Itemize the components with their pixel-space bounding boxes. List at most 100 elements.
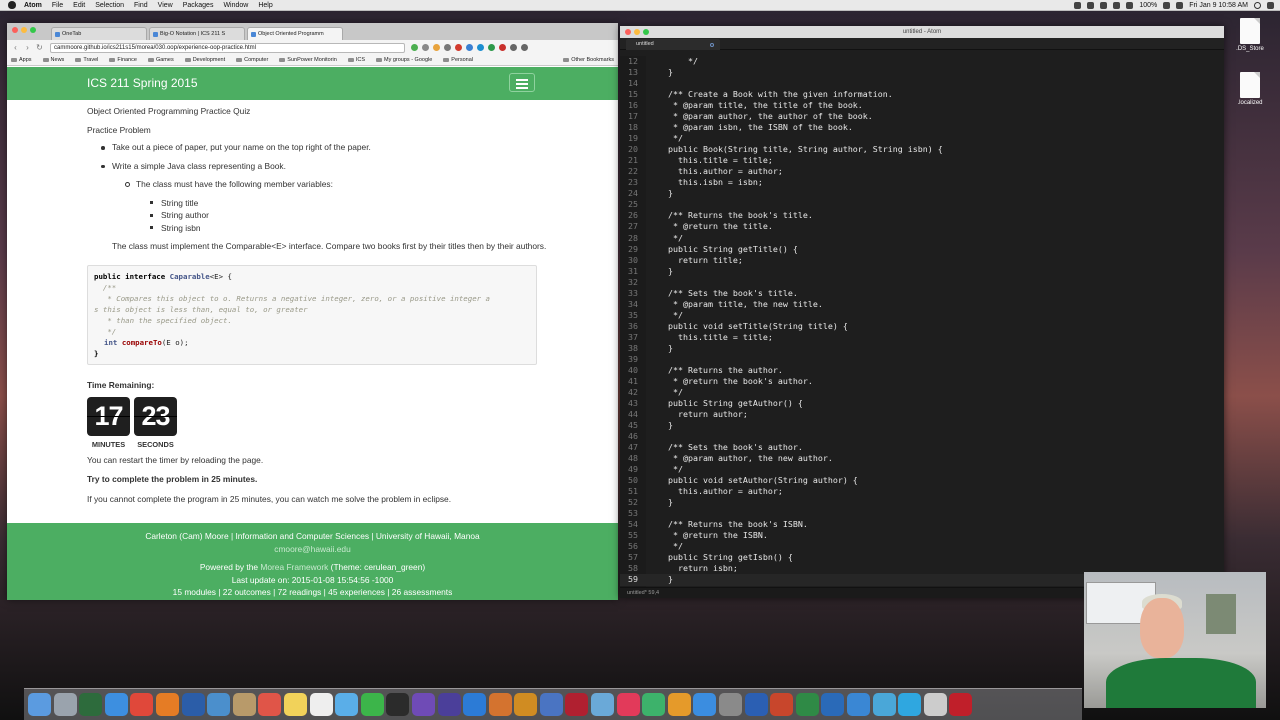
reload-button[interactable]: ↻ [35,43,44,52]
github-icon[interactable] [514,693,538,716]
finder-icon[interactable] [28,693,51,716]
code-line[interactable]: 22 this.author = author; [620,166,1224,177]
code-editor[interactable]: 12 */13 } 14 15 /** Create a Book with the… [620,56,1224,596]
code-line[interactable]: 19 */ [620,133,1224,144]
lync-icon[interactable] [847,693,870,716]
code-line[interactable]: 31 } [620,266,1224,277]
code-line[interactable]: 16 * @param title, the title of the book… [620,100,1224,111]
menu-edit[interactable]: Edit [73,2,85,9]
launchpad-icon[interactable] [53,693,77,716]
sleep-icon[interactable] [258,693,282,716]
menu-selection[interactable]: Selection [95,2,124,9]
volume-icon[interactable] [1126,2,1134,9]
menu-file[interactable]: File [52,2,63,9]
battery-percent[interactable]: 100% [1139,2,1157,9]
s-extension-icon[interactable] [477,44,484,51]
tab-onetab[interactable]: OneTab [51,27,147,40]
dbvis-icon[interactable] [488,693,512,716]
dashboard-icon[interactable] [181,693,205,716]
code-line[interactable]: 57 public String getIsbn() { [620,552,1224,563]
code-line[interactable]: 53 [620,508,1224,519]
excel-icon[interactable] [795,693,819,716]
zoom-window-icon[interactable] [30,27,36,33]
menu-find[interactable]: Find [134,2,148,9]
code-line[interactable]: 44 return author; [620,409,1224,420]
apple-icon[interactable] [8,1,16,9]
code-line[interactable]: 45 } [620,420,1224,431]
mcafee-icon[interactable] [949,693,973,716]
menu-window[interactable]: Window [223,2,248,9]
footer-email-link[interactable]: cmoore@hawaii.edu [7,543,618,556]
code-line[interactable]: 17 * @param author, the author of the bo… [620,111,1224,122]
code-line[interactable]: 55 * @return the ISBN. [620,530,1224,541]
code-line[interactable]: 43 public String getAuthor() { [620,398,1224,409]
forward-button[interactable]: › [23,43,32,52]
desktop-file-ds-store[interactable]: .DS_Store [1230,18,1270,52]
morea-link[interactable]: Morea Framework [260,562,328,572]
code-line[interactable]: 38 } [620,343,1224,354]
info-icon[interactable] [510,44,517,51]
code-line[interactable]: 32 [620,277,1224,288]
chrome-menu-icon[interactable] [521,44,528,51]
photos-icon[interactable] [591,693,615,716]
bookmark-apps[interactable]: Apps [11,57,32,63]
zoom-window-icon[interactable] [643,29,649,35]
opera-extension-icon[interactable] [455,44,462,51]
code-line[interactable]: 18 * @param isbn, the ISBN of the book. [620,122,1224,133]
bookmark-news[interactable]: News [42,57,64,63]
menu-app-name[interactable]: Atom [24,2,42,9]
bookmark-computer[interactable]: Computer [236,57,268,63]
powerpoint-icon[interactable] [770,693,794,716]
notification-center-icon[interactable] [1267,2,1274,9]
code-line[interactable]: 29 public String getTitle() { [620,244,1224,255]
code-line[interactable]: 21 this.title = title; [620,155,1224,166]
system-preferences-icon[interactable] [719,693,743,716]
notes-icon[interactable] [283,693,307,716]
bookmark-my-groups[interactable]: My groups - Google [375,57,432,63]
usb-icon[interactable] [923,693,947,716]
wifi-icon[interactable] [1113,2,1121,9]
code-line[interactable]: 56 */ [620,541,1224,552]
close-window-icon[interactable] [625,29,631,35]
code-line[interactable]: 41 * @return the book's author. [620,376,1224,387]
bookmark-star-icon[interactable] [411,44,418,51]
code-line[interactable]: 28 */ [620,233,1224,244]
extension-icon[interactable] [444,44,451,51]
bookmark-other[interactable]: Other Bookmarks [563,57,614,63]
code-line[interactable]: 14 [620,78,1224,89]
address-bar[interactable]: cammoore.github.io/ics211s15/morea/030.o… [50,42,405,53]
lastpass-extension-icon[interactable] [499,44,506,51]
app-store-icon[interactable] [693,693,717,716]
code-line[interactable]: 15 /** Create a Book with the given info… [620,89,1224,100]
screenflow-icon[interactable] [642,693,666,716]
code-line[interactable]: 49 */ [620,464,1224,475]
menu-view[interactable]: View [158,2,173,9]
site-brand[interactable]: ICS 211 Spring 2015 [87,76,198,90]
minimize-window-icon[interactable] [634,29,640,35]
bookmark-games[interactable]: Games [147,57,174,63]
menu-toggle-button[interactable] [509,73,535,92]
code-line[interactable]: 23 this.isbn = isbn; [620,177,1224,188]
tab-big-o-notation[interactable]: Big-O Notation | ICS 211 S [149,27,245,40]
itunes-icon[interactable] [616,693,640,716]
code-line[interactable]: 47 /** Sets the book's author. [620,442,1224,453]
code-line[interactable]: 34 * @param title, the new title. [620,299,1224,310]
menu-packages[interactable]: Packages [183,2,214,9]
bookmark-ics[interactable]: ICS [347,57,365,63]
preview-icon[interactable] [207,693,231,716]
word-icon[interactable] [744,693,768,716]
bookmark-sunpower[interactable]: SunPower Monitorin [279,57,337,63]
photo-booth-icon[interactable] [565,693,589,716]
checkmark-extension-icon[interactable] [488,44,495,51]
code-line[interactable]: 50 public void setAuthor(String author) … [620,475,1224,486]
bluetooth-icon[interactable] [1100,2,1108,9]
mission-control-icon[interactable] [79,693,103,716]
network-icon[interactable] [872,693,896,716]
ibooks-icon[interactable] [667,693,691,716]
bookmark-development[interactable]: Development [184,57,225,63]
back-button[interactable]: ‹ [11,43,20,52]
amazon-extension-icon[interactable] [433,44,440,51]
code-line[interactable]: 20 public Book(String title, String auth… [620,144,1224,155]
menu-help[interactable]: Help [258,2,272,9]
code-line[interactable]: 37 this.title = title; [620,332,1224,343]
